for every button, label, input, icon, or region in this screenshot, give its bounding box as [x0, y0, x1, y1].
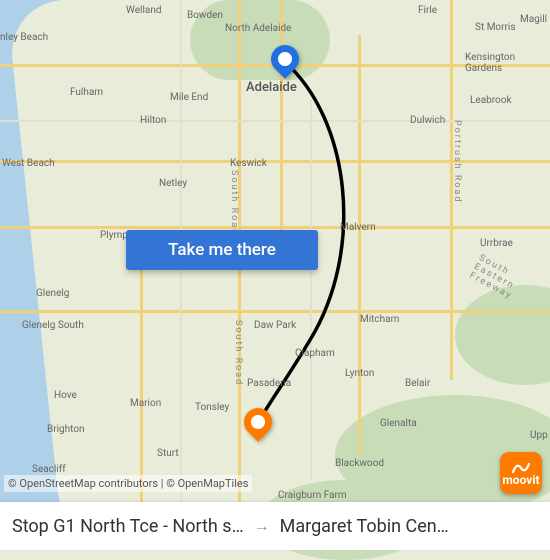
moovit-logo-icon: moovit	[502, 460, 539, 486]
minor-road	[180, 0, 182, 550]
arrow-icon: →	[254, 516, 270, 536]
parkland	[190, 0, 330, 80]
road-label-south2: South Road	[233, 320, 243, 386]
major-road	[280, 0, 283, 230]
major-road	[238, 0, 241, 550]
destination-label: Margaret Tobin Cen…	[280, 516, 449, 537]
moovit-logo[interactable]: moovit	[500, 452, 542, 494]
route-bar: Stop G1 North Tce - North s… → Margaret …	[0, 502, 550, 550]
map-attribution: © OpenStreetMap contributors | © OpenMap…	[4, 475, 252, 492]
major-road	[358, 35, 361, 455]
major-road	[0, 226, 550, 229]
major-road	[0, 160, 550, 163]
major-road	[0, 310, 550, 313]
map-canvas[interactable]: Adelaide North Adelaide Welland Bowden n…	[0, 0, 550, 550]
road-label-portrush: Portrush Road	[452, 120, 462, 203]
road-label-south: South Road	[229, 170, 239, 236]
minor-road	[0, 120, 550, 122]
minor-road	[310, 100, 312, 480]
origin-label: Stop G1 North Tce - North s…	[12, 516, 244, 537]
take-me-there-button[interactable]: Take me there	[126, 230, 318, 270]
